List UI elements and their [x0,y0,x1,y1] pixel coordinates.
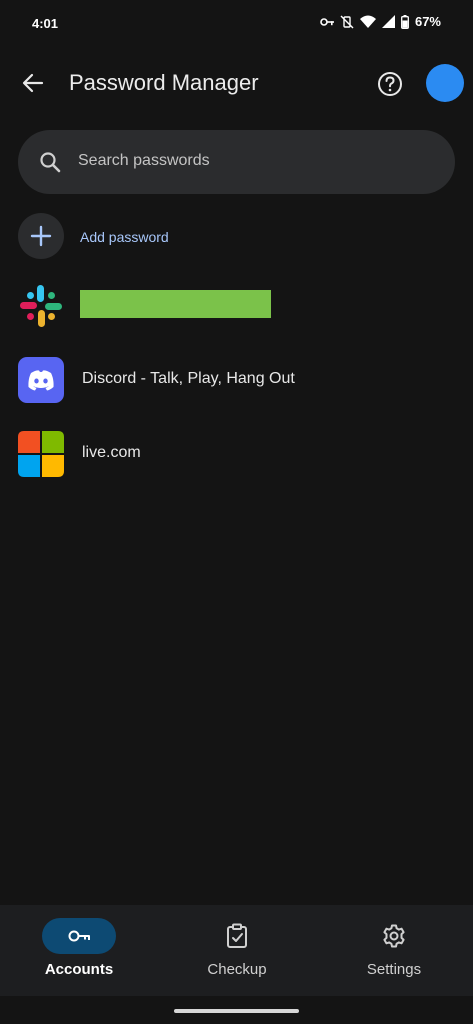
bottom-navigation: Accounts Checkup Settings [0,905,473,996]
help-button[interactable] [376,70,404,98]
nav-label: Checkup [207,961,267,978]
password-item-label: Discord - Talk, Play, Hang Out [82,370,295,387]
vibrate-off-icon [340,15,354,28]
signal-icon [381,15,395,28]
redacted-label [80,290,271,318]
clipboard-check-icon [227,923,247,948]
nav-accounts[interactable]: Accounts [19,905,139,996]
battery-percent: 67% [414,14,441,29]
vpn-key-icon [320,17,334,26]
app-bar: Password Manager [0,58,473,110]
search-icon [40,152,61,173]
nav-label: Accounts [44,961,114,978]
key-icon [68,930,90,942]
help-circle-icon [378,72,402,96]
search-input[interactable]: Search passwords [18,130,455,194]
add-password-label: Add password [80,229,169,245]
add-circle [18,213,64,259]
slack-logo-icon [20,285,62,327]
discord-logo-icon [18,357,64,403]
status-icons: 67% [320,14,441,29]
password-item-label: live.com [82,444,141,461]
avatar[interactable] [426,64,464,102]
battery-icon [401,14,409,29]
password-item-live[interactable]: live.com [18,431,455,481]
page-title: Password Manager [69,70,259,95]
wifi-icon [359,15,376,28]
nav-settings[interactable]: Settings [334,905,454,996]
add-password-button[interactable]: Add password [18,213,455,261]
password-item-slack[interactable] [18,283,455,333]
password-item-discord[interactable]: Discord - Talk, Play, Hang Out [18,357,455,407]
status-bar: 4:01 67% [0,0,473,46]
gesture-bar[interactable] [174,1009,299,1013]
back-button[interactable] [18,68,48,98]
nav-checkup[interactable]: Checkup [177,905,297,996]
status-time: 4:01 [32,16,59,31]
plus-icon [30,225,52,247]
microsoft-logo-icon [18,431,64,477]
arrow-back-icon [22,73,44,93]
search-placeholder: Search passwords [78,152,210,169]
nav-label: Settings [366,961,422,978]
gear-icon [383,924,405,948]
